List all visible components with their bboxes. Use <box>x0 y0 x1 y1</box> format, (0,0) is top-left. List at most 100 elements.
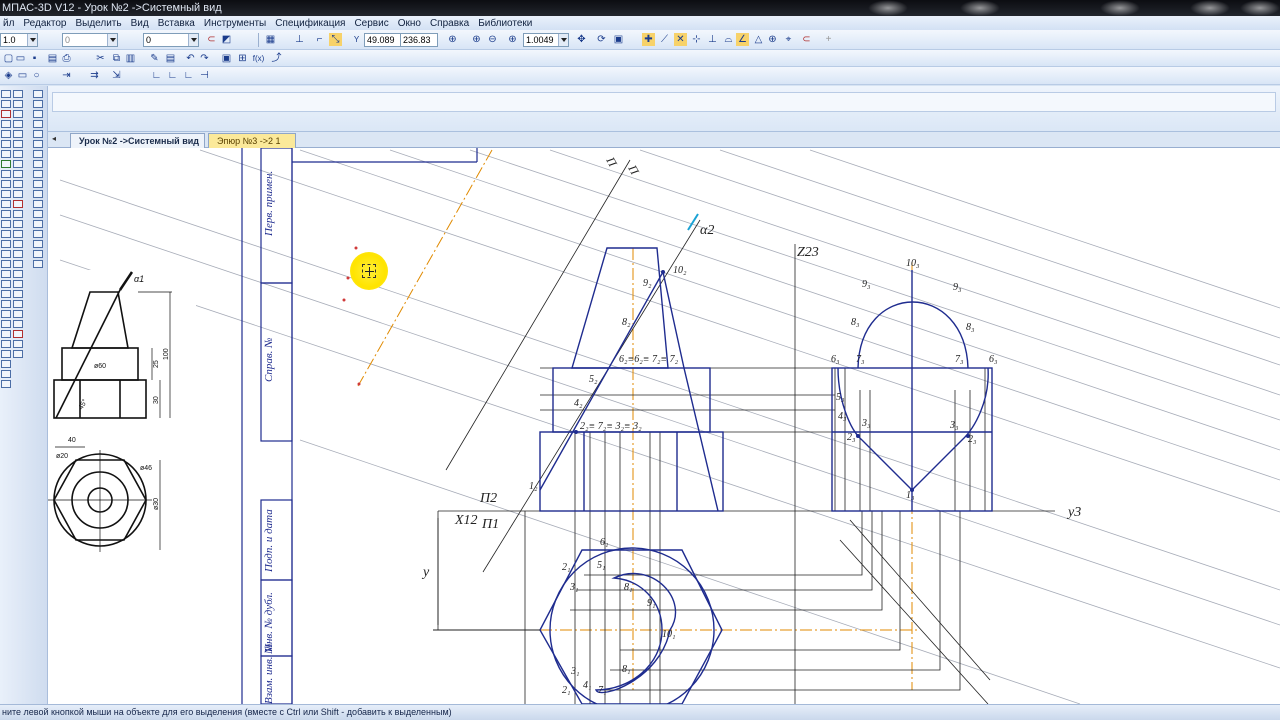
align-panel-icon[interactable] <box>33 210 43 218</box>
rect-tool-icon[interactable]: ▭ <box>16 69 29 82</box>
manager-icon[interactable]: ▣ <box>220 52 233 65</box>
format-icon[interactable]: ✎ <box>148 52 161 65</box>
local-cs-icon[interactable]: ⊥ <box>293 33 306 46</box>
roughness-icon[interactable] <box>1 350 11 358</box>
snap-middle-icon[interactable]: ⊹ <box>690 33 703 46</box>
snap-end-icon[interactable]: ⟋ <box>658 33 671 46</box>
view-tool-icon[interactable] <box>13 350 23 358</box>
snap-perp-icon[interactable]: ⊥ <box>706 33 719 46</box>
symbols-panel-icon[interactable] <box>33 110 43 118</box>
menu-specification[interactable]: Спецификация <box>272 18 349 29</box>
drawing-canvas[interactable]: Перв. примен. Справ. № Подп. и дата Инв.… <box>48 148 1280 704</box>
select-panel-icon[interactable] <box>33 150 43 158</box>
save-icon[interactable]: ▪ <box>28 52 41 65</box>
remove-icon[interactable] <box>13 330 23 338</box>
snap-nearest-icon[interactable]: ✚ <box>642 33 655 46</box>
spec-panel-icon[interactable] <box>33 170 43 178</box>
zoom-in-icon[interactable]: ⊕ <box>470 33 483 46</box>
point-tool-icon[interactable] <box>1 110 11 118</box>
coord-x-field[interactable]: 49.089 <box>364 33 402 47</box>
arc-tool-icon[interactable] <box>1 100 11 108</box>
scale-tool-icon[interactable] <box>13 190 23 198</box>
dim-angular-icon[interactable] <box>1 310 11 318</box>
pan-icon[interactable]: ✥ <box>575 33 588 46</box>
report-icon[interactable] <box>13 290 23 298</box>
target-panel-icon[interactable] <box>33 230 43 238</box>
perp-line-icon[interactable] <box>13 100 23 108</box>
rotate-icon[interactable] <box>13 180 23 188</box>
open-icon[interactable]: ▭ <box>14 52 27 65</box>
cursor-panel-icon[interactable] <box>33 220 43 228</box>
grid-icon[interactable]: ▦ <box>264 33 277 46</box>
param-panel-icon[interactable] <box>33 130 43 138</box>
dim-linear-icon[interactable] <box>1 290 11 298</box>
split-icon[interactable] <box>1 280 11 288</box>
zoom-out-icon[interactable]: ⊖ <box>486 33 499 46</box>
bisect-icon[interactable] <box>13 120 23 128</box>
menu-view[interactable]: Вид <box>128 18 153 29</box>
zoom-select[interactable]: 1.0049 <box>523 33 569 47</box>
nurbs-icon[interactable] <box>1 220 11 228</box>
undo-icon[interactable]: ↶ <box>184 52 197 65</box>
help-pointer-icon[interactable]: ⤴ <box>270 52 283 65</box>
section-icon[interactable] <box>1 380 11 388</box>
trim-icon[interactable] <box>1 260 11 268</box>
circle-tool-icon[interactable]: ○ <box>30 69 43 82</box>
measure-panel-icon[interactable] <box>33 140 43 148</box>
show-all-icon[interactable]: ▣ <box>612 33 625 46</box>
snap-icon[interactable]: ⤡ <box>329 33 342 46</box>
circle-tool-icon[interactable] <box>1 130 11 138</box>
line-tool-icon[interactable] <box>1 90 11 98</box>
menu-help[interactable]: Справка <box>427 18 473 29</box>
spline-tool-icon[interactable] <box>1 120 11 128</box>
copy-obj-icon[interactable]: ⇉ <box>88 69 101 82</box>
paste-icon[interactable]: ▥ <box>124 52 137 65</box>
layer-tool-icon[interactable] <box>13 340 23 348</box>
horiz-icon[interactable] <box>13 130 23 138</box>
chamfer-icon[interactable]: ∟ <box>166 69 179 82</box>
coord-y-field[interactable]: 236.83 <box>400 33 438 47</box>
redo-icon[interactable]: ↷ <box>198 52 211 65</box>
contour-icon[interactable] <box>1 200 11 208</box>
point-tool-icon[interactable]: ◈ <box>2 69 15 82</box>
fill-panel-icon[interactable] <box>33 240 43 248</box>
snap-point-icon[interactable]: △ <box>752 33 765 46</box>
table-tool-icon[interactable] <box>1 330 11 338</box>
snap-angle-icon[interactable]: ∠ <box>736 33 749 46</box>
scale-icon[interactable]: ⇲ <box>110 69 123 82</box>
tolerance-icon[interactable] <box>1 370 11 378</box>
insert-panel-icon[interactable] <box>33 190 43 198</box>
ortho-icon[interactable]: ⌐ <box>313 33 326 46</box>
select-icon[interactable] <box>13 240 23 248</box>
menu-service[interactable]: Сервис <box>351 18 392 29</box>
zoom-window-icon[interactable]: ⊕ <box>446 33 459 46</box>
delete-tool-icon[interactable] <box>13 200 23 208</box>
rect-tool-icon[interactable] <box>1 140 11 148</box>
polygon-tool-icon[interactable] <box>1 150 11 158</box>
layer-select[interactable]: 0 <box>62 33 118 47</box>
fillet-icon[interactable]: ∟ <box>182 69 195 82</box>
fragment-panel-icon[interactable] <box>33 260 43 268</box>
assoc-panel-icon[interactable] <box>33 160 43 168</box>
array-icon[interactable] <box>13 220 23 228</box>
copy-icon[interactable]: ⧉ <box>110 52 123 65</box>
print-icon[interactable]: ⎙ <box>60 52 73 65</box>
deform-icon[interactable] <box>13 210 23 218</box>
report-panel-icon[interactable] <box>33 180 43 188</box>
geometry-panel-icon[interactable] <box>33 90 43 98</box>
menu-editor[interactable]: Редактор <box>20 18 70 29</box>
magnet-icon[interactable]: ⊂ <box>205 33 218 46</box>
move-icon[interactable]: ⇥ <box>60 69 73 82</box>
menu-file[interactable]: йл <box>0 18 18 29</box>
menu-select[interactable]: Выделить <box>72 18 125 29</box>
menu-window[interactable]: Окно <box>395 18 425 29</box>
coinc-icon[interactable] <box>13 160 23 168</box>
tab-epure-3[interactable]: Эпюр №3 ->2 1 <box>208 133 296 148</box>
menu-tools[interactable]: Инструменты <box>201 18 270 29</box>
refresh-icon[interactable]: ⟳ <box>595 33 608 46</box>
tangent-icon[interactable] <box>13 110 23 118</box>
extend-icon[interactable] <box>1 270 11 278</box>
snap-center-icon[interactable]: ⊕ <box>766 33 779 46</box>
line-scale-select[interactable]: 1.0 <box>0 33 38 47</box>
menu-libraries[interactable]: Библиотеки <box>475 18 536 29</box>
